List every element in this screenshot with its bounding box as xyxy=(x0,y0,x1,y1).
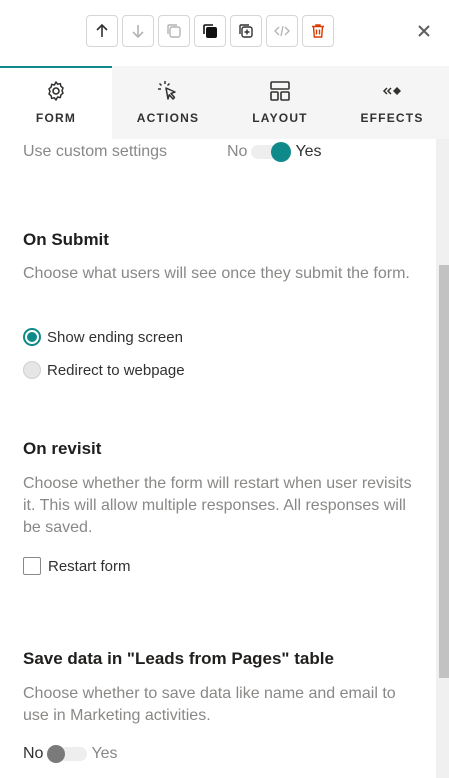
cursor-click-icon xyxy=(158,81,176,100)
save-data-toggle[interactable] xyxy=(47,745,88,763)
effects-icon xyxy=(382,87,401,95)
save-data-toggle-row: No Yes xyxy=(23,745,118,763)
restart-form-row[interactable]: Restart form xyxy=(23,557,131,575)
custom-settings-toggle[interactable] xyxy=(251,142,292,162)
on-submit-description: Choose what users will see once they sub… xyxy=(23,265,410,282)
code-button[interactable] xyxy=(266,15,298,47)
custom-settings-row: Use custom settings No Yes xyxy=(23,142,423,162)
panel-tabs: FORM ACTIONS LAYOUT EFFECTS xyxy=(0,66,449,139)
toggle-off-label: No xyxy=(227,143,248,160)
bring-to-front-icon xyxy=(203,24,217,38)
duplicate-icon xyxy=(239,24,253,38)
tab-effects[interactable]: EFFECTS xyxy=(336,66,448,139)
custom-settings-label: Use custom settings xyxy=(23,143,168,160)
on-revisit-heading: On revisit xyxy=(23,439,102,458)
tab-actions[interactable]: ACTIONS xyxy=(112,66,224,139)
save-data-heading: Save data in "Leads from Pages" table xyxy=(23,649,334,668)
move-up-button[interactable] xyxy=(86,15,118,47)
delete-icon xyxy=(312,24,324,38)
radio-label: Show ending screen xyxy=(47,328,183,346)
toggle-on-label: Yes xyxy=(295,143,322,160)
tab-label: LAYOUT xyxy=(252,111,308,125)
bring-to-front-button[interactable] xyxy=(194,15,226,47)
move-down-button[interactable] xyxy=(122,15,154,47)
delete-button[interactable] xyxy=(302,15,334,47)
code-icon xyxy=(274,25,290,37)
gear-icon xyxy=(48,81,64,101)
save-data-description: Choose whether to save data like name an… xyxy=(23,685,396,724)
radio-button[interactable] xyxy=(23,328,41,346)
tab-label: ACTIONS xyxy=(136,111,200,125)
tab-label: EFFECTS xyxy=(360,111,424,125)
radio-option-show-ending[interactable]: Show ending screen xyxy=(23,328,183,346)
scrollbar-thumb[interactable] xyxy=(439,265,449,678)
toolbar-button-group xyxy=(86,15,334,47)
on-submit-heading: On Submit xyxy=(23,230,109,249)
radio-button[interactable] xyxy=(23,361,41,379)
restart-form-checkbox[interactable] xyxy=(23,557,41,575)
tab-label: FORM xyxy=(35,111,77,125)
settings-content[interactable]: Use custom settings No Yes On Submit Cho… xyxy=(0,139,436,778)
close-icon xyxy=(418,25,430,37)
toggle-knob xyxy=(47,745,66,763)
checkbox-label: Restart form xyxy=(48,557,131,575)
element-toolbar xyxy=(0,0,449,66)
on-revisit-description: Choose whether the form will restart whe… xyxy=(23,475,412,536)
layout-icon xyxy=(270,81,290,101)
radio-label: Redirect to webpage xyxy=(47,361,185,379)
tab-form[interactable]: FORM xyxy=(0,66,112,139)
close-button[interactable] xyxy=(414,21,434,41)
duplicate-button[interactable] xyxy=(230,15,262,47)
copy-icon xyxy=(167,24,181,38)
arrow-down-icon xyxy=(132,25,144,39)
toggle-on-label: Yes xyxy=(91,745,118,762)
tab-layout[interactable]: LAYOUT xyxy=(224,66,336,139)
copy-button[interactable] xyxy=(158,15,190,47)
toggle-knob xyxy=(271,142,292,162)
toggle-off-label: No xyxy=(23,745,44,762)
radio-option-redirect[interactable]: Redirect to webpage xyxy=(23,361,185,379)
arrow-up-icon xyxy=(96,23,108,37)
